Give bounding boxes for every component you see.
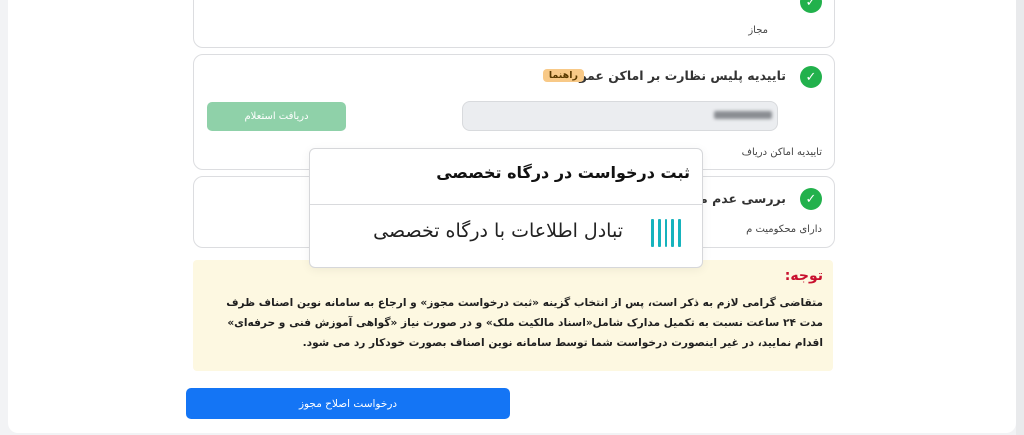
card-title: بررسی عدم مح <box>691 191 786 206</box>
notice-body: متقاضی گرامی لازم به ذکر است، پس از انتخ… <box>226 297 823 349</box>
popup-title: ثبت درخواست در درگاه تخصصی <box>436 163 690 182</box>
notice-heading: توجه: <box>784 268 823 284</box>
notice-box: توجه: متقاضی گرامی لازم به ذکر است، پس ا… <box>193 260 833 371</box>
get-inquiry-button[interactable]: دریافت استعلام <box>207 102 346 131</box>
loading-bars-icon <box>651 219 681 247</box>
check-icon: ✓ <box>800 0 822 13</box>
scrollbar-track[interactable] <box>1016 0 1024 435</box>
inquiry-value <box>714 111 772 119</box>
check-icon: ✓ <box>800 66 822 88</box>
card-status: دارای محکومیت م <box>746 224 822 235</box>
submission-popup: ثبت درخواست در درگاه تخصصی تبادل اطلاعات… <box>309 148 703 268</box>
card-status: تاییدیه اماکن دریاف <box>741 147 822 158</box>
popup-divider <box>310 204 702 205</box>
popup-status-text: تبادل اطلاعات با درگاه تخصصی <box>373 220 623 242</box>
check-icon: ✓ <box>800 188 822 210</box>
card-status: مجاز <box>748 25 768 36</box>
license-correction-button[interactable]: درخواست اصلاح مجوز <box>186 388 510 419</box>
card-title: تاییدیه پلیس نظارت بر اماکن عمومی <box>558 68 786 83</box>
guide-badge[interactable]: راهنما <box>542 69 584 82</box>
permit-card-1: ✓ مجاز <box>193 0 835 48</box>
